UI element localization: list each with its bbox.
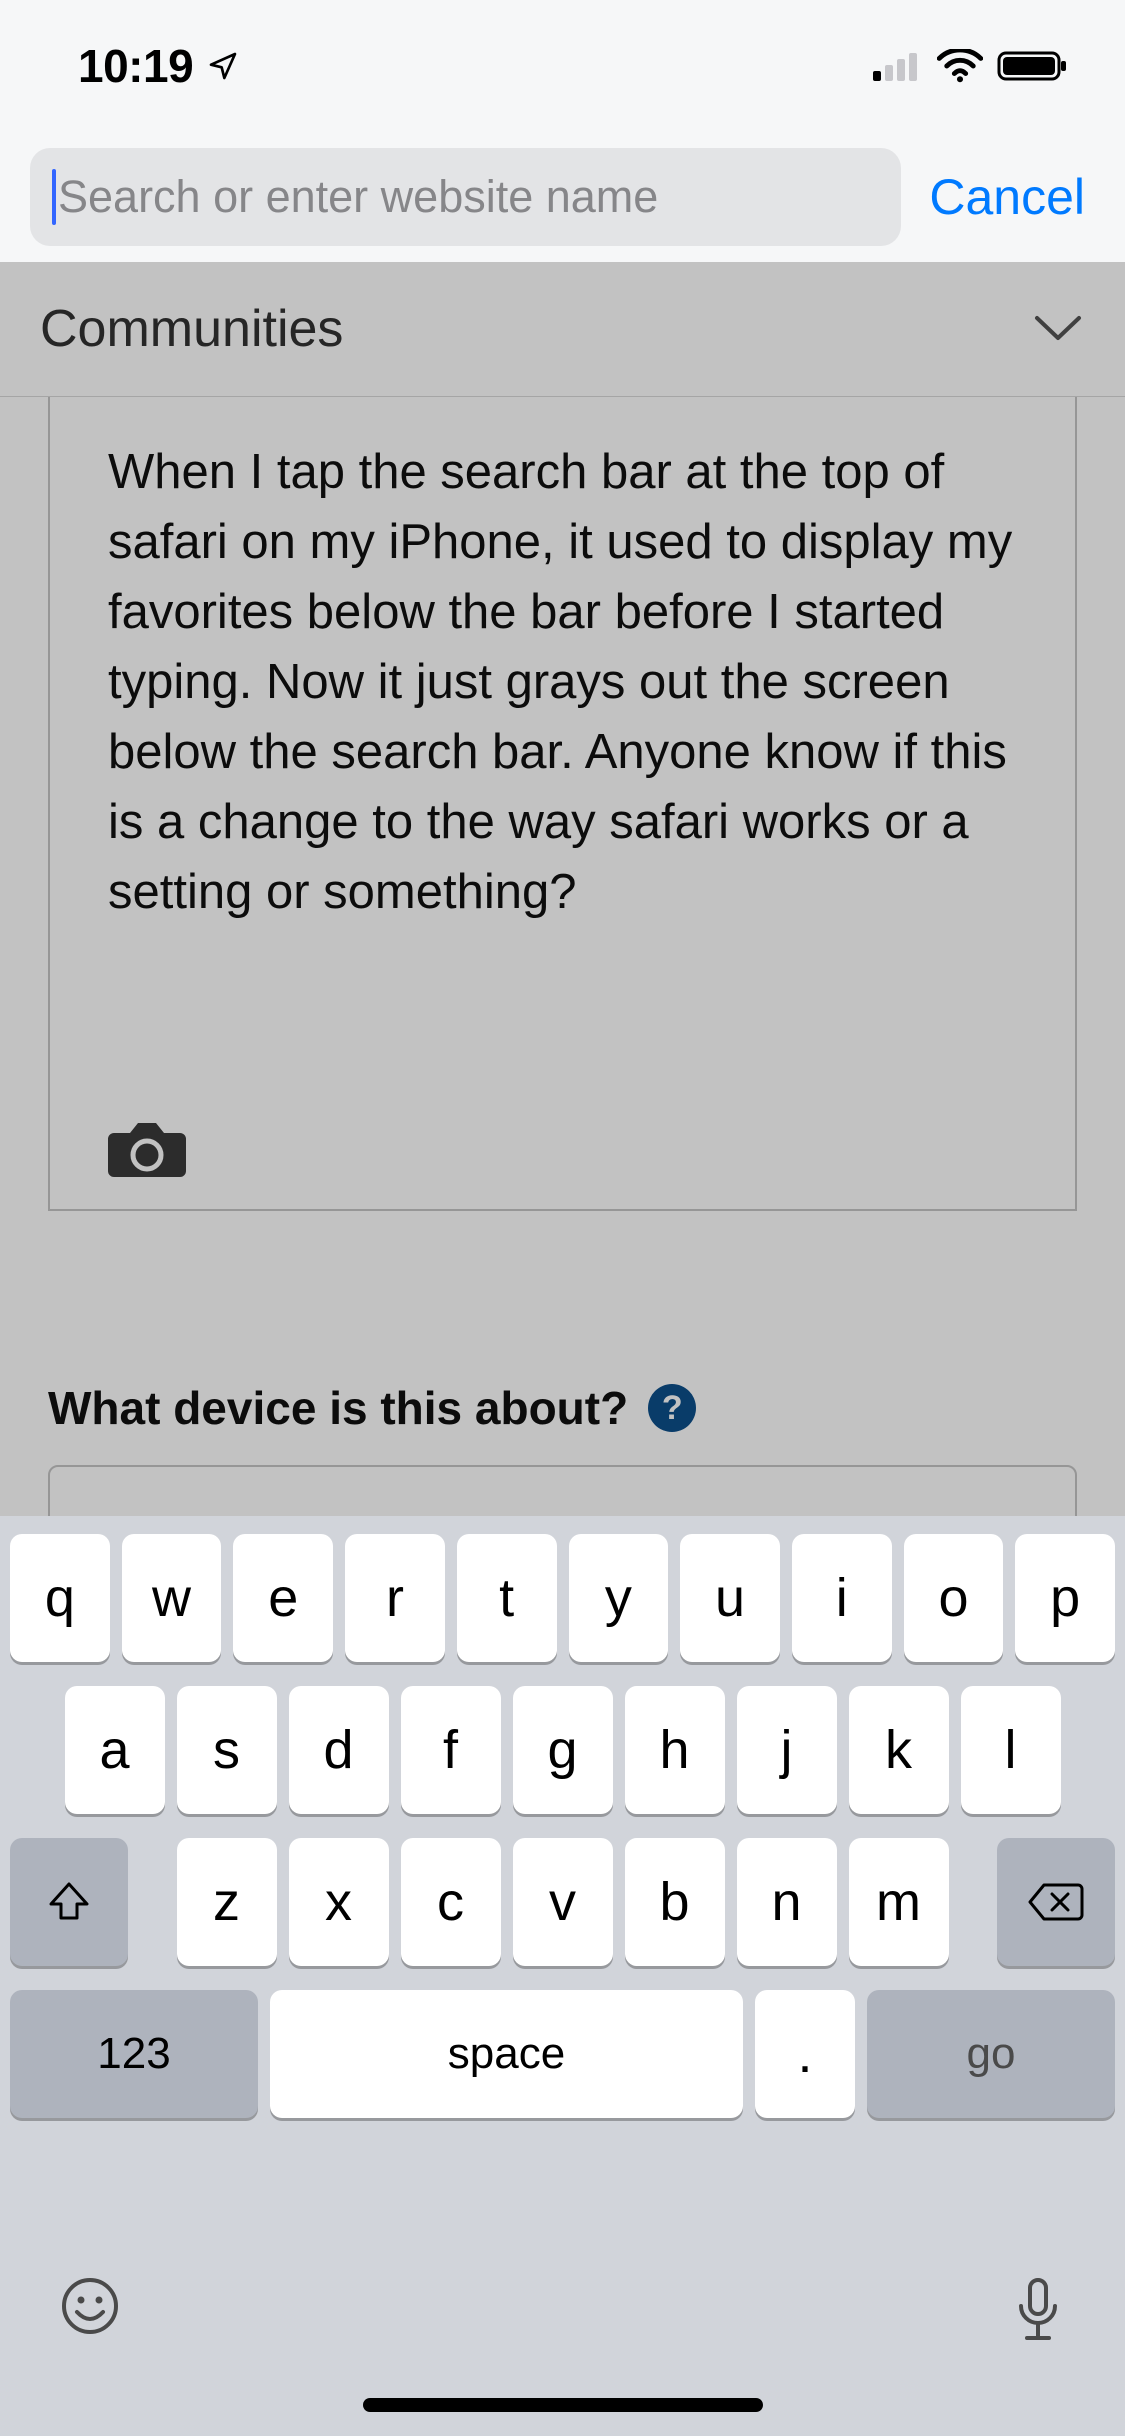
status-right: [873, 49, 1069, 83]
status-clock: 10:19: [78, 39, 193, 93]
key-q[interactable]: q: [10, 1534, 110, 1662]
battery-icon: [997, 49, 1069, 83]
home-indicator[interactable]: [363, 2398, 763, 2412]
cellular-signal-icon: [873, 51, 923, 81]
key-k[interactable]: k: [849, 1686, 949, 1814]
cancel-button[interactable]: Cancel: [929, 168, 1095, 226]
key-u[interactable]: u: [680, 1534, 780, 1662]
go-key[interactable]: go: [867, 1990, 1115, 2118]
key-r[interactable]: r: [345, 1534, 445, 1662]
space-key[interactable]: space: [270, 1990, 743, 2118]
key-f[interactable]: f: [401, 1686, 501, 1814]
key-e[interactable]: e: [233, 1534, 333, 1662]
key-j[interactable]: j: [737, 1686, 837, 1814]
dictation-key[interactable]: [1011, 2276, 1065, 2346]
shift-key[interactable]: [10, 1838, 128, 1966]
key-h[interactable]: h: [625, 1686, 725, 1814]
key-s[interactable]: s: [177, 1686, 277, 1814]
key-c[interactable]: c: [401, 1838, 501, 1966]
status-bar: 10:19: [0, 0, 1125, 132]
key-n[interactable]: n: [737, 1838, 837, 1966]
period-key[interactable]: .: [755, 1990, 855, 2118]
key-w[interactable]: w: [122, 1534, 222, 1662]
ios-keyboard: qwertyuiop asdfghjkl zxcvbnm 123 space .…: [0, 1516, 1125, 2436]
browser-url-bar: Search or enter website name Cancel: [0, 132, 1125, 262]
key-g[interactable]: g: [513, 1686, 613, 1814]
url-search-field[interactable]: Search or enter website name: [30, 148, 901, 246]
wifi-icon: [937, 49, 983, 83]
backspace-key[interactable]: [997, 1838, 1115, 1966]
url-placeholder: Search or enter website name: [58, 171, 658, 223]
key-x[interactable]: x: [289, 1838, 389, 1966]
emoji-key[interactable]: [60, 2276, 120, 2336]
key-v[interactable]: v: [513, 1838, 613, 1966]
key-d[interactable]: d: [289, 1686, 389, 1814]
key-p[interactable]: p: [1015, 1534, 1115, 1662]
key-z[interactable]: z: [177, 1838, 277, 1966]
status-left: 10:19: [78, 39, 239, 93]
key-y[interactable]: y: [569, 1534, 669, 1662]
location-services-icon: [207, 50, 239, 82]
key-i[interactable]: i: [792, 1534, 892, 1662]
text-caret: [52, 169, 56, 225]
key-t[interactable]: t: [457, 1534, 557, 1662]
numbers-key[interactable]: 123: [10, 1990, 258, 2118]
key-b[interactable]: b: [625, 1838, 725, 1966]
key-a[interactable]: a: [65, 1686, 165, 1814]
key-o[interactable]: o: [904, 1534, 1004, 1662]
key-l[interactable]: l: [961, 1686, 1061, 1814]
key-m[interactable]: m: [849, 1838, 949, 1966]
